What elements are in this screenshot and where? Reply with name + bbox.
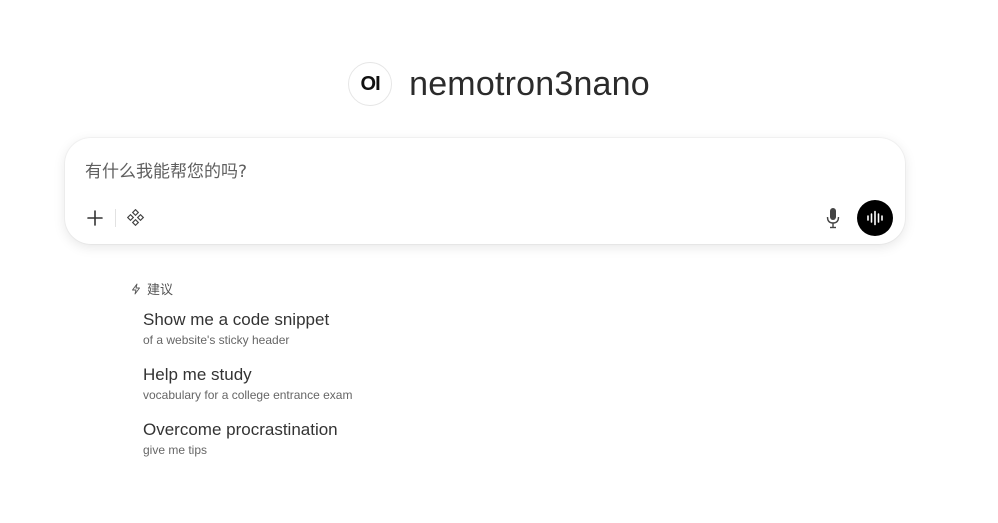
page: OI nemotron3nano 有什么我能帮您的吗? 建议 Show me a… <box>0 0 998 523</box>
suggestion-subtitle: vocabulary for a college entrance exam <box>143 388 353 402</box>
logo-text: OI <box>360 72 381 95</box>
suggestion-subtitle: give me tips <box>143 443 208 457</box>
tools-button[interactable] <box>122 204 150 232</box>
suggestion-subtitle: of a website's sticky header <box>143 333 290 347</box>
suggestions-title: 建议 <box>147 283 174 298</box>
add-button[interactable] <box>81 204 109 232</box>
suggestion-title: Show me a code snippet <box>143 310 330 329</box>
tools-icon <box>127 209 145 227</box>
voice-mode-button[interactable] <box>857 200 893 236</box>
suggestion-title: Help me study <box>143 365 252 384</box>
message-input[interactable]: 有什么我能帮您的吗? <box>85 157 247 182</box>
suggestion-item[interactable]: Overcome procrastination give me tips <box>143 420 352 458</box>
suggestions-panel: 建议 Show me a code snippet of a website's… <box>130 279 352 475</box>
dictate-button[interactable] <box>819 204 847 232</box>
suggestion-title: Overcome procrastination <box>143 420 338 439</box>
microphone-icon <box>826 208 840 229</box>
chat-composer: 有什么我能帮您的吗? <box>65 138 905 244</box>
toolbar-divider <box>115 209 116 227</box>
plus-icon <box>87 210 103 226</box>
suggestion-item[interactable]: Show me a code snippet of a website's st… <box>143 310 352 348</box>
composer-toolbar <box>81 200 893 236</box>
voice-waveform-icon <box>867 210 883 226</box>
suggestions-header: 建议 <box>130 279 352 298</box>
header: OI nemotron3nano <box>0 62 998 106</box>
model-name[interactable]: nemotron3nano <box>409 65 650 104</box>
suggestion-item[interactable]: Help me study vocabulary for a college e… <box>143 365 352 403</box>
lightning-bolt-icon <box>132 283 140 294</box>
model-avatar: OI <box>348 62 393 106</box>
